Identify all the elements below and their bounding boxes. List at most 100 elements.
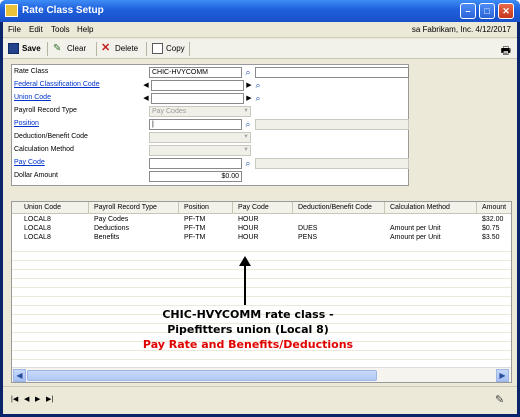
column-header[interactable]: Union Code [24,204,61,211]
lookup-icon[interactable]: ⌕ [253,80,263,91]
position-field[interactable]: | [149,119,242,130]
cell-position: PF-TM [184,216,206,223]
clear-label: Clear [67,44,87,53]
window-client: File Edit Tools Help sa Fabrikam, Inc. 4… [3,22,517,414]
column-separator[interactable] [88,202,89,214]
print-icon[interactable]: 🖶 [501,42,511,61]
rate-class-label: Rate Class [14,68,49,75]
column-header[interactable]: Calculation Method [390,204,450,211]
scroll-thumb[interactable] [27,370,377,381]
last-record-button[interactable]: ▶| [46,395,53,403]
close-button[interactable]: ✕ [498,3,514,19]
cell-record-type: Benefits [94,234,120,241]
next-record-button[interactable]: ▶ [35,395,40,403]
lookup-icon[interactable]: ⌕ [243,119,253,130]
menu-tools[interactable]: Tools [51,25,70,34]
column-separator[interactable] [232,202,233,214]
chevron-down-icon: ▼ [243,147,249,153]
cell-amount: $0.75 [482,225,500,232]
cell-record-type: Deductions [94,225,130,232]
clear-icon: ✎ [53,43,62,55]
union-code-link[interactable]: Union Code [14,94,51,101]
deduction-code-select [149,132,251,143]
table-row[interactable]: LOCAL8 Pay Codes PF-TM HOUR $32.00 [12,215,511,224]
grid-header: Union Code Payroll Record Type Position … [12,202,511,214]
title-bar[interactable]: Rate Class Setup – □ ✕ [0,0,520,22]
previous-record-button[interactable]: ◀ [24,395,29,403]
union-code-row: Union Code ◀ ▶ ⌕ [12,93,408,104]
union-code-field[interactable] [151,93,244,104]
rate-class-grid: Union Code Payroll Record Type Position … [11,201,512,383]
menu-edit[interactable]: Edit [29,25,43,34]
toolbar-separator [189,42,190,56]
position-link[interactable]: Position [14,120,39,127]
position-row: Position | ⌕ [12,119,409,130]
dollar-amount-field[interactable]: $0.00 [149,171,242,182]
pay-code-field[interactable] [149,158,242,169]
save-icon [8,43,19,55]
cell-union-code: LOCAL8 [24,216,51,223]
column-header[interactable]: Payroll Record Type [94,204,157,211]
table-row[interactable]: LOCAL8 Deductions PF-TM HOUR DUES Amount… [12,224,511,233]
table-row[interactable]: LOCAL8 Benefits PF-TM HOUR PENS Amount p… [12,233,511,242]
lookup-icon[interactable]: ⌕ [243,158,253,169]
horizontal-scrollbar[interactable]: ◀ ▶ [12,367,511,382]
menu-file[interactable]: File [8,25,21,34]
column-header[interactable]: Position [184,204,209,211]
expand-right-icon[interactable]: ▶ [245,93,253,104]
cell-position: PF-TM [184,225,206,232]
lookup-icon[interactable]: ⌕ [243,67,253,78]
app-icon [5,4,18,17]
deduction-code-label: Deduction/Benefit Code [14,133,88,140]
column-separator[interactable] [178,202,179,214]
grid-line [12,287,511,288]
pay-code-link[interactable]: Pay Code [14,159,45,166]
expand-left-icon[interactable]: ◀ [142,93,150,104]
lookup-icon[interactable]: ⌕ [253,93,263,104]
record-navigation-bar: |◀ ◀ ▶ ▶| ✎ [3,386,517,412]
grid-line [12,269,511,270]
cell-deduction-code: DUES [298,225,318,232]
annotation-line1: CHIC-HVYCOMM rate class - [162,308,334,321]
annotation-text: CHIC-HVYCOMM rate class - Pipefitters un… [103,307,393,352]
cell-deduction-code: PENS [298,234,318,241]
grid-line [12,296,511,297]
clear-button[interactable]: ✎ Clear [53,42,86,56]
note-icon[interactable]: ✎ [495,393,509,406]
rate-class-field[interactable]: CHIC-HVYCOMM [149,67,242,78]
annotation-arrow-line [244,265,246,305]
federal-code-link[interactable]: Federal Classification Code [14,81,100,88]
column-header[interactable]: Deduction/Benefit Code [298,204,372,211]
toolbar-separator [96,42,97,56]
delete-button[interactable]: ✕ Delete [101,42,138,56]
column-separator[interactable] [476,202,477,214]
rate-class-setup-window: Rate Class Setup – □ ✕ File Edit Tools H… [0,0,520,417]
save-button[interactable]: Save [8,42,41,56]
cell-pay-code: HOUR [238,234,259,241]
scroll-left-icon[interactable]: ◀ [13,369,26,382]
rate-class-description-field[interactable] [255,67,409,78]
federal-code-field[interactable] [151,80,244,91]
rate-class-form: Rate Class CHIC-HVYCOMM ⌕ Federal Classi… [11,64,409,186]
column-separator[interactable] [292,202,293,214]
toolbar: Save ✎ Clear ✕ Delete Copy 🖶 [3,39,517,59]
cell-calc-method: Amount per Unit [390,225,441,232]
maximize-button[interactable]: □ [479,3,495,19]
column-header[interactable]: Amount [482,204,506,211]
copy-button[interactable]: Copy [152,42,185,56]
menu-help[interactable]: Help [77,25,93,34]
dollar-amount-row: Dollar Amount $0.00 [12,171,408,182]
scroll-right-icon[interactable]: ▶ [496,369,509,382]
expand-right-icon[interactable]: ▶ [245,80,253,91]
column-separator[interactable] [384,202,385,214]
expand-left-icon[interactable]: ◀ [142,80,150,91]
payroll-record-type-select[interactable]: Pay Codes [149,106,251,117]
column-header[interactable]: Pay Code [238,204,269,211]
copy-icon [152,43,163,55]
first-record-button[interactable]: |◀ [11,395,18,403]
grid-line [12,359,511,360]
pay-code-row: Pay Code ⌕ [12,158,409,169]
annotation-line3: Pay Rate and Benefits/Deductions [142,338,354,351]
cell-calc-method: Amount per Unit [390,234,441,241]
minimize-button[interactable]: – [460,3,476,19]
